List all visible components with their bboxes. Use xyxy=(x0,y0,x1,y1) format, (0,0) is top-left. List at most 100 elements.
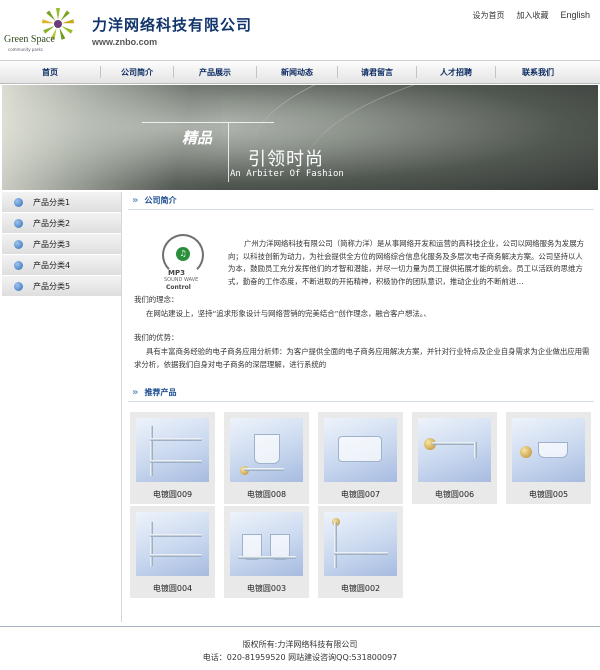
mp3-logo-text: SOUND WAVE xyxy=(164,277,199,283)
sidebar-item-label: 产品分类1 xyxy=(33,197,71,207)
header: Green Space community parks 力洋网络科技有限公司 w… xyxy=(0,0,600,60)
cup-shape xyxy=(254,434,280,464)
holder-arm xyxy=(432,442,476,445)
about-section: » 公司简介 ♫ MP3 SOUND WAVE Control 广州力洋网络科技… xyxy=(128,192,594,369)
idea-text: 在网站建设上，坚持“追求形象设计与网络营销的完美结合”创作理念，融合客户想法。、 xyxy=(146,309,431,318)
product-image xyxy=(418,418,491,482)
product-card[interactable]: 电镀圆007 xyxy=(318,412,403,504)
shelf-bar xyxy=(150,554,202,557)
gold-base xyxy=(520,446,532,458)
add-favorite-link[interactable]: 加入收藏 xyxy=(516,10,548,21)
nav-item-products[interactable]: 产品展示 xyxy=(174,67,256,78)
mp3-logo-text: Control xyxy=(166,284,191,291)
logo-brand-text: Green Space xyxy=(4,34,55,45)
nav-item-jobs[interactable]: 人才招聘 xyxy=(417,67,495,78)
products-section: » 推荐产品 电镀圆009 电镀圆008 电镀圆007 电镀圆006 电镀圆00… xyxy=(128,384,594,598)
product-image xyxy=(512,418,585,482)
sidebar: 产品分类1 产品分类2 产品分类3 产品分类4 产品分类5 xyxy=(2,192,122,622)
bullet-icon xyxy=(14,197,23,207)
product-image xyxy=(324,512,397,576)
product-image xyxy=(324,418,397,482)
top-links: 设为首页 加入收藏 English xyxy=(472,10,590,21)
holder-arm xyxy=(238,556,296,559)
set-homepage-link[interactable]: 设为首页 xyxy=(472,10,504,21)
sidebar-item-label: 产品分类4 xyxy=(33,260,71,270)
footer-copyright: 版权所有:力洋网络科技有限公司 xyxy=(242,640,358,649)
mp3-logo-image: ♫ MP3 SOUND WAVE Control xyxy=(152,232,214,294)
product-image xyxy=(136,512,209,576)
nav-item-contact[interactable]: 联系我们 xyxy=(496,67,580,78)
footer: 版权所有:力洋网络科技有限公司 电话：020-81959520 网站建设咨询QQ… xyxy=(0,626,600,670)
advantage-text: 具有丰富商务经验的电子商务应用分析师：为客户提供全面的电子商务应用解决方案，并针… xyxy=(134,347,590,369)
section-title: 公司简介 xyxy=(144,196,177,205)
nav-item-home[interactable]: 首页 xyxy=(0,67,100,78)
double-chevron-icon: » xyxy=(132,195,139,206)
shelf-bar xyxy=(150,460,202,463)
section-header: » 推荐产品 xyxy=(128,384,594,402)
dish-shape xyxy=(538,442,568,458)
main-nav: 首页 公司简介 产品展示 新闻动态 请君留言 人才招聘 联系我们 xyxy=(0,60,600,84)
logo-subtitle: community parks xyxy=(8,47,43,52)
sidebar-item-label: 产品分类5 xyxy=(33,281,71,291)
sidebar-item-category-4[interactable]: 产品分类4 xyxy=(2,255,121,276)
banner-decor-line xyxy=(142,122,274,123)
advantage-heading: 我们的优势： xyxy=(134,333,179,342)
nav-item-guestbook[interactable]: 请君留言 xyxy=(338,67,416,78)
nav-item-about[interactable]: 公司简介 xyxy=(101,67,173,78)
product-image xyxy=(230,512,303,576)
nav-item-news[interactable]: 新闻动态 xyxy=(257,67,337,78)
sidebar-item-label: 产品分类2 xyxy=(33,218,71,228)
bullet-icon xyxy=(14,281,23,291)
product-name: 电镀圆005 xyxy=(528,490,569,499)
product-card[interactable]: 电镀圆005 xyxy=(506,412,591,504)
product-image xyxy=(136,418,209,482)
english-link[interactable]: English xyxy=(560,10,590,21)
banner-decor-line xyxy=(228,122,229,182)
section-title: 推荐产品 xyxy=(144,388,177,397)
company-name: 力洋网络科技有限公司 xyxy=(92,16,253,34)
product-card[interactable]: 电镀圆008 xyxy=(224,412,309,504)
holder-arm xyxy=(244,468,284,471)
sidebar-item-category-5[interactable]: 产品分类5 xyxy=(2,276,121,297)
shelf-bar xyxy=(150,438,202,441)
product-name: 电镀圆007 xyxy=(340,490,381,499)
shelf-post xyxy=(334,522,337,568)
company-intro-text: 广州力洋网络科技有限公司（简称力洋）是从事网络开发和运营的高科技企业，公司以网络… xyxy=(228,239,584,286)
music-note-icon: ♫ xyxy=(176,247,190,261)
sidebar-item-label: 产品分类3 xyxy=(33,239,71,249)
product-name: 电镀圆002 xyxy=(340,584,381,593)
shelf-post xyxy=(150,426,153,476)
double-chevron-icon: » xyxy=(132,387,139,398)
glass-shelf-bar xyxy=(334,552,388,555)
product-card[interactable]: 电镀圆002 xyxy=(318,506,403,598)
bullet-icon xyxy=(14,260,23,270)
banner-slogan: 引领时尚 xyxy=(248,149,324,170)
logo[interactable]: Green Space community parks xyxy=(4,6,80,52)
product-name: 电镀圆004 xyxy=(152,584,193,593)
holder-post xyxy=(474,442,477,458)
sidebar-item-category-1[interactable]: 产品分类1 xyxy=(2,192,121,213)
product-name: 电镀圆006 xyxy=(434,490,475,499)
product-name: 电镀圆008 xyxy=(246,490,287,499)
product-image xyxy=(230,418,303,482)
product-card[interactable]: 电镀圆006 xyxy=(412,412,497,504)
bullet-icon xyxy=(14,218,23,228)
banner-slogan-english: An Arbiter Of Fashion xyxy=(230,169,344,179)
idea-heading: 我们的理念： xyxy=(134,295,179,304)
product-card[interactable]: 电镀圆003 xyxy=(224,506,309,598)
sidebar-item-category-3[interactable]: 产品分类3 xyxy=(2,234,121,255)
company-domain: www.znbo.com xyxy=(92,37,158,47)
banner-slogan-bold: 精品 xyxy=(182,129,213,147)
footer-contact: 电话：020-81959520 网站建设咨询QQ:531800097 xyxy=(202,653,398,662)
shelf-post xyxy=(150,522,153,566)
shelf-bar xyxy=(150,534,202,537)
sidebar-item-category-2[interactable]: 产品分类2 xyxy=(2,213,121,234)
product-card[interactable]: 电镀圆004 xyxy=(130,506,215,598)
section-header: » 公司简介 xyxy=(128,192,594,210)
hero-banner: 精品 引领时尚 An Arbiter Of Fashion xyxy=(2,85,598,190)
product-name: 电镀圆003 xyxy=(246,584,287,593)
bullet-icon xyxy=(14,239,23,249)
product-name: 电镀圆009 xyxy=(152,490,193,499)
mp3-logo-text: MP3 xyxy=(168,269,185,277)
product-card[interactable]: 电镀圆009 xyxy=(130,412,215,504)
